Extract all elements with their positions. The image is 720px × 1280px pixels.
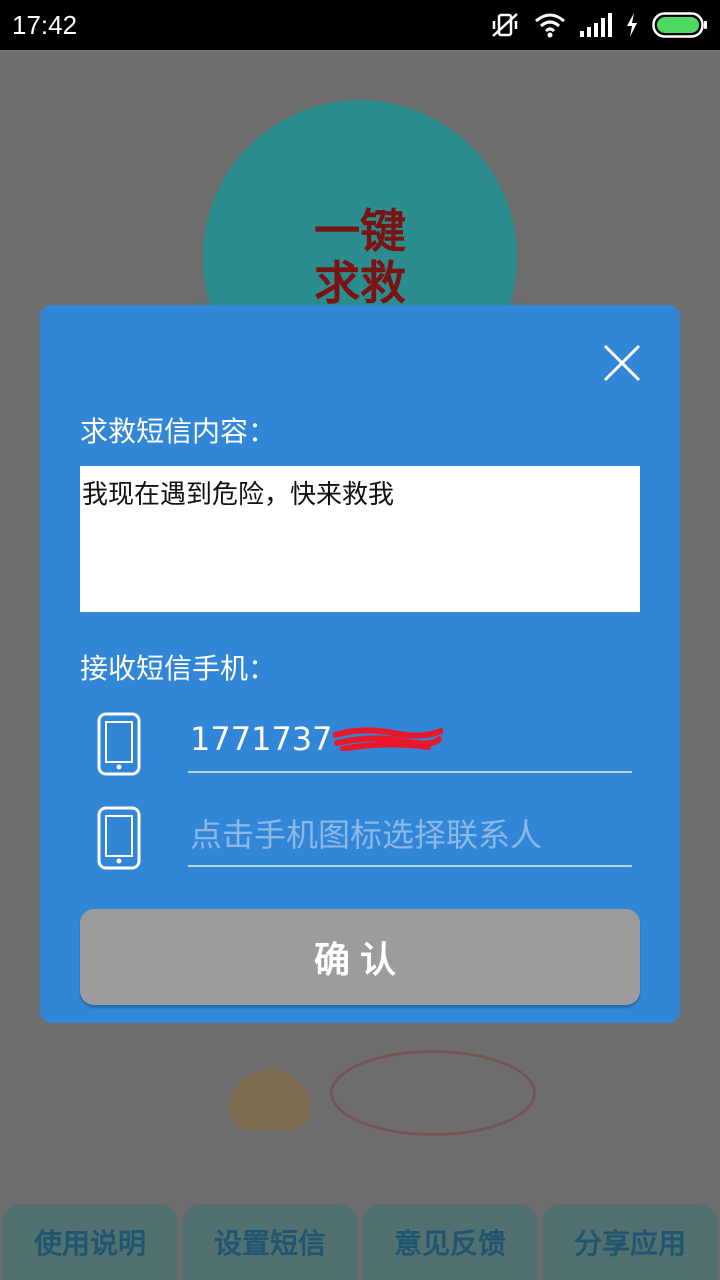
nav-feedback[interactable]: 意见反馈 <box>362 1204 538 1280</box>
wifi-icon <box>535 13 565 38</box>
nav-usage-guide[interactable]: 使用说明 <box>2 1204 178 1280</box>
phone-number-value: 1771737 <box>190 720 333 758</box>
phone-row-1: 1771737 <box>96 707 632 777</box>
status-bar: 17:42 <box>0 0 720 50</box>
message-content-input[interactable]: 我现在遇到危险，快来救我 <box>80 466 640 612</box>
receiver-phones-label: 接收短信手机： <box>80 652 277 685</box>
phone-number-input-1[interactable]: 1771737 <box>188 707 632 773</box>
clock: 17:42 <box>12 9 78 40</box>
vibrate-off-icon <box>492 13 518 37</box>
redaction-scribble <box>333 727 443 751</box>
mascot-illustration <box>230 1070 310 1130</box>
sos-button-label: 一键 求救 <box>314 204 406 310</box>
bottom-nav: 使用说明 设置短信 意见反馈 分享应用 <box>0 1204 720 1280</box>
nav-share-app[interactable]: 分享应用 <box>542 1204 718 1280</box>
battery-icon <box>652 12 707 38</box>
phone-contact-icon[interactable] <box>96 711 142 777</box>
charging-icon <box>627 13 637 37</box>
phone-number-input-2[interactable]: 点击手机图标选择联系人 <box>188 801 632 867</box>
close-icon[interactable] <box>602 343 642 383</box>
nav-sms-settings[interactable]: 设置短信 <box>182 1204 358 1280</box>
message-content-label: 求救短信内容： <box>80 415 277 448</box>
phone-contact-icon[interactable] <box>96 805 142 871</box>
confirm-button[interactable]: 确认 <box>80 909 640 1005</box>
phone-row-2: 点击手机图标选择联系人 <box>96 801 632 871</box>
signal-icon <box>580 13 612 37</box>
sms-settings-dialog: 求救短信内容： 我现在遇到危险，快来救我 接收短信手机： 1771737 点击手… <box>40 305 680 1023</box>
status-icons <box>490 11 708 39</box>
mascot-illustration-outline <box>330 1050 536 1136</box>
